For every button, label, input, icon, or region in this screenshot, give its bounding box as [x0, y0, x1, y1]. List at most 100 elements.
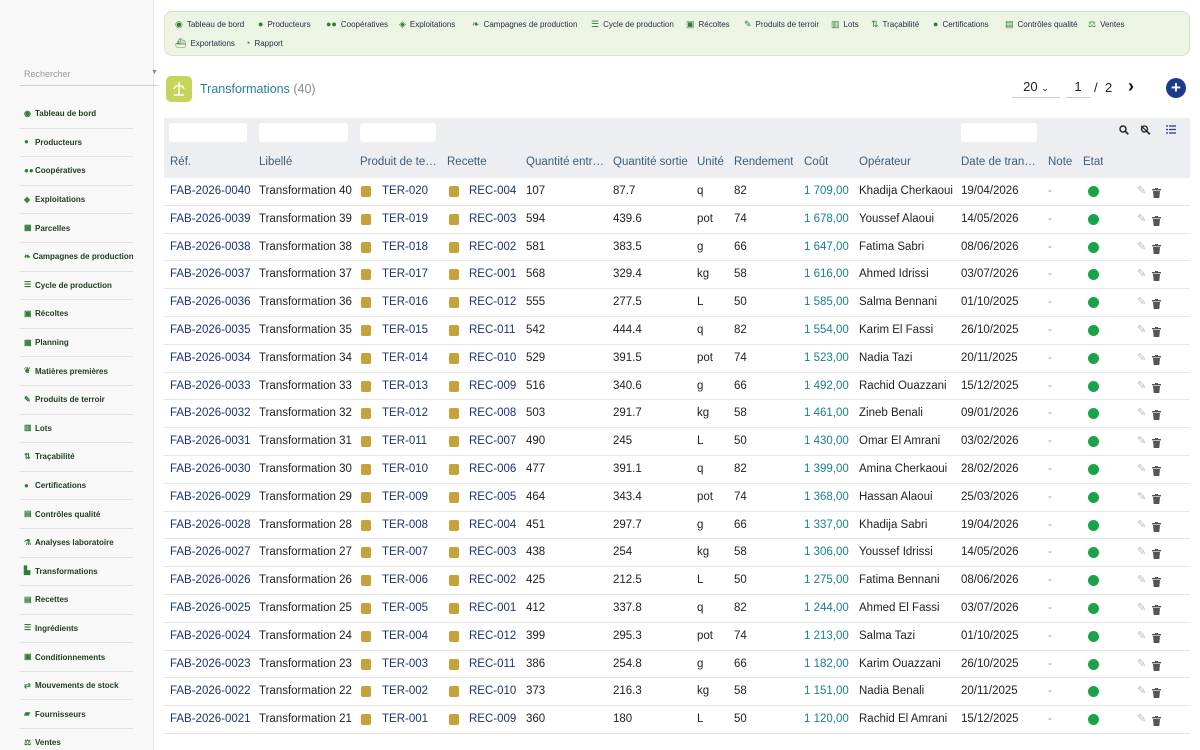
top-menu-item[interactable]: ⛴ Exportations — [175, 38, 235, 49]
recipe-cell[interactable]: REC-004 — [469, 185, 516, 197]
column-header[interactable]: Quantité entr… — [526, 156, 604, 168]
product-cell[interactable]: TER-015 — [382, 324, 428, 336]
search-input[interactable] — [20, 64, 140, 84]
delete-icon[interactable] — [1152, 630, 1161, 643]
sidebar-item[interactable]: ⇄ Mouvements de stock — [20, 672, 133, 701]
column-header[interactable]: État — [1083, 156, 1103, 168]
sidebar-item[interactable]: ☰ Cycle de production — [20, 272, 133, 301]
column-header[interactable]: Produit de te… — [360, 156, 437, 168]
table-row[interactable]: FAB-2026-0038 Transformation 38 TER-018 REC… — [164, 234, 1190, 262]
product-cell[interactable]: TER-005 — [382, 602, 428, 614]
product-cell[interactable]: TER-018 — [382, 241, 428, 253]
product-cell[interactable]: TER-019 — [382, 213, 428, 225]
top-menu-item[interactable]: ⇅ Traçabilité — [871, 19, 919, 30]
column-list-icon[interactable] — [1166, 125, 1176, 137]
delete-icon[interactable] — [1152, 658, 1161, 671]
column-header[interactable]: Rendement — [734, 156, 793, 168]
recipe-cell[interactable]: REC-003 — [469, 546, 516, 558]
table-row[interactable]: FAB-2026-0040 Transformation 40 TER-020 REC… — [164, 178, 1190, 206]
product-cell[interactable]: TER-001 — [382, 713, 428, 725]
recipe-cell[interactable]: REC-012 — [469, 630, 516, 642]
delete-icon[interactable] — [1152, 435, 1161, 449]
product-cell[interactable]: TER-006 — [382, 574, 428, 586]
sidebar-item[interactable]: ▤ Contrôles qualité — [20, 500, 133, 529]
delete-icon[interactable] — [1152, 324, 1161, 337]
recipe-cell[interactable]: REC-004 — [469, 519, 516, 531]
table-row[interactable]: FAB-2026-0030 Transformation 30 TER-010 REC… — [164, 456, 1190, 484]
column-header[interactable]: Note — [1048, 156, 1072, 168]
column-header[interactable]: Opérateur — [859, 156, 911, 168]
table-row[interactable]: FAB-2026-0034 Transformation 34 TER-014 REC… — [164, 345, 1190, 373]
ref-cell[interactable]: FAB-2026-0021 — [170, 713, 251, 725]
ref-cell[interactable]: FAB-2026-0023 — [170, 658, 251, 670]
sidebar-item[interactable]: ☰ Ingrédients — [20, 615, 133, 644]
recipe-cell[interactable]: REC-010 — [469, 352, 516, 364]
edit-icon[interactable]: ✎ — [1137, 379, 1146, 392]
filter-label[interactable] — [259, 123, 348, 142]
table-row[interactable]: FAB-2026-0028 Transformation 28 TER-008 REC… — [164, 512, 1190, 540]
delete-icon[interactable] — [1152, 463, 1161, 476]
delete-icon[interactable] — [1152, 713, 1161, 727]
product-cell[interactable]: TER-002 — [382, 685, 428, 697]
ref-cell[interactable]: FAB-2026-0026 — [170, 574, 251, 586]
delete-icon[interactable] — [1152, 546, 1161, 560]
column-header[interactable]: Libellé — [259, 156, 292, 168]
recipe-cell[interactable]: REC-002 — [469, 574, 516, 586]
delete-icon[interactable] — [1152, 241, 1161, 254]
page-size-select[interactable]: 20 ⌄ — [1012, 78, 1060, 98]
product-cell[interactable]: TER-009 — [382, 491, 428, 503]
ref-cell[interactable]: FAB-2026-0025 — [170, 602, 251, 614]
recipe-cell[interactable]: REC-002 — [469, 241, 516, 253]
delete-icon[interactable] — [1152, 519, 1161, 532]
product-cell[interactable]: TER-011 — [382, 435, 427, 447]
table-row[interactable]: FAB-2026-0025 Transformation 25 TER-005 REC… — [164, 595, 1190, 623]
sidebar-item[interactable]: ● Certifications — [20, 472, 133, 501]
edit-icon[interactable]: ✎ — [1137, 629, 1146, 642]
top-menu-item[interactable]: ❧ Campagnes de production — [472, 19, 577, 30]
recipe-cell[interactable]: REC-005 — [469, 491, 516, 503]
recipe-cell[interactable]: REC-001 — [469, 268, 516, 280]
recipe-cell[interactable]: REC-001 — [469, 602, 516, 614]
product-cell[interactable]: TER-017 — [382, 268, 428, 280]
chevron-right-icon[interactable]: › — [1128, 77, 1142, 95]
ref-cell[interactable]: FAB-2026-0040 — [170, 185, 251, 197]
filter-product[interactable] — [360, 123, 436, 142]
sidebar-item[interactable]: ▣ Récoltes — [20, 300, 133, 329]
edit-icon[interactable]: ✎ — [1137, 490, 1146, 503]
filter-ref[interactable] — [169, 123, 247, 142]
column-header[interactable]: Date de tran… — [961, 156, 1036, 168]
recipe-cell[interactable]: REC-011 — [469, 658, 515, 670]
top-menu-item[interactable]: ◔ Rapport — [245, 38, 283, 48]
page-number-input[interactable]: 1 — [1066, 78, 1090, 98]
edit-icon[interactable]: ✎ — [1137, 406, 1146, 419]
delete-icon[interactable] — [1152, 491, 1161, 504]
delete-icon[interactable] — [1152, 574, 1161, 588]
ref-cell[interactable]: FAB-2026-0039 — [170, 213, 251, 225]
clear-filter-icon[interactable] — [1140, 125, 1151, 138]
top-menu-item[interactable]: ●● Coopératives — [326, 19, 388, 29]
delete-icon[interactable] — [1152, 352, 1161, 365]
edit-icon[interactable]: ✎ — [1137, 462, 1146, 475]
sidebar-item[interactable]: ❦ Matières premières — [20, 357, 133, 386]
delete-icon[interactable] — [1152, 268, 1161, 282]
table-row[interactable]: FAB-2026-0027 Transformation 27 TER-007 REC… — [164, 539, 1190, 568]
table-row[interactable]: FAB-2026-0036 Transformation 36 TER-016 REC… — [164, 289, 1190, 317]
edit-icon[interactable]: ✎ — [1137, 684, 1146, 697]
add-button[interactable]: + — [1166, 78, 1186, 98]
edit-icon[interactable]: ✎ — [1137, 434, 1146, 447]
edit-icon[interactable]: ✎ — [1137, 601, 1146, 614]
sidebar-item[interactable]: ⚖ Ventes — [20, 729, 133, 750]
top-menu-item[interactable]: ▤ Contrôles qualité — [1005, 19, 1078, 30]
recipe-cell[interactable]: REC-009 — [469, 713, 516, 725]
sidebar-item[interactable]: ▦ Planning — [20, 329, 133, 358]
ref-cell[interactable]: FAB-2026-0037 — [170, 268, 251, 280]
delete-icon[interactable] — [1152, 602, 1161, 615]
ref-cell[interactable]: FAB-2026-0030 — [170, 463, 251, 475]
column-header[interactable]: Unité — [697, 156, 724, 168]
ref-cell[interactable]: FAB-2026-0035 — [170, 324, 251, 336]
column-header[interactable]: Coût — [804, 156, 828, 168]
ref-cell[interactable]: FAB-2026-0038 — [170, 241, 251, 253]
sidebar-item[interactable]: ▥ Lots — [20, 415, 133, 444]
ref-cell[interactable]: FAB-2026-0031 — [170, 435, 251, 447]
delete-icon[interactable] — [1152, 185, 1161, 198]
